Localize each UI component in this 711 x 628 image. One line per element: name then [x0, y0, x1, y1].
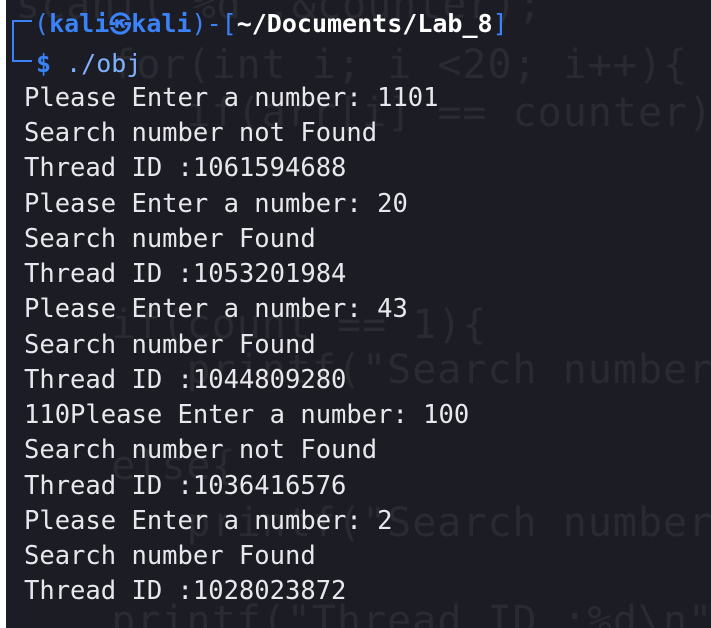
terminal-window[interactable]: scanf("%d",&counter); for(int i; i <20; … — [6, 0, 711, 628]
command-text: ./obj — [66, 48, 142, 78]
output-line: Search number Found — [24, 224, 316, 254]
output-line: Thread ID :1036416576 — [24, 471, 347, 501]
command-line: $ ./obj — [36, 46, 141, 80]
prompt-header: ( kali ㉿ kali ) - [ ~/Documents/Lab_8 ] — [12, 6, 508, 40]
output-line: Search number Found — [24, 330, 316, 360]
output-line: Please Enter a number: 1101 — [24, 83, 439, 113]
output-line: Search number not Found — [24, 435, 378, 465]
output-line: Thread ID :1028023872 — [24, 576, 347, 606]
output-line: Search number Found — [24, 541, 316, 571]
output-line: Please Enter a number: 20 — [24, 189, 408, 219]
prompt-dollar: $ — [36, 48, 52, 78]
kali-at-icon: ㉿ — [109, 13, 132, 38]
prompt-user: kali — [49, 8, 110, 38]
output-line: Please Enter a number: 2 — [24, 506, 393, 536]
output-line: 110Please Enter a number: 100 — [24, 400, 470, 430]
prompt-dash: - — [206, 8, 222, 38]
prompt-host: kali — [131, 8, 192, 38]
prompt-open-paren: ( — [34, 8, 50, 38]
output-line: Search number not Found — [24, 118, 378, 148]
output-line: Thread ID :1053201984 — [24, 259, 347, 289]
prompt-close-paren: ) — [191, 8, 207, 38]
output-line: Please Enter a number: 43 — [24, 294, 408, 324]
output-line: Thread ID :1061594688 — [24, 153, 347, 183]
screenshot-frame: scanf("%d",&counter); for(int i; i <20; … — [0, 0, 711, 628]
prompt-path-open: [ — [221, 8, 237, 38]
prompt-path-close: ] — [492, 8, 508, 38]
output-line: Thread ID :1044809280 — [24, 365, 347, 395]
prompt-path: ~/Documents/Lab_8 — [236, 8, 493, 38]
